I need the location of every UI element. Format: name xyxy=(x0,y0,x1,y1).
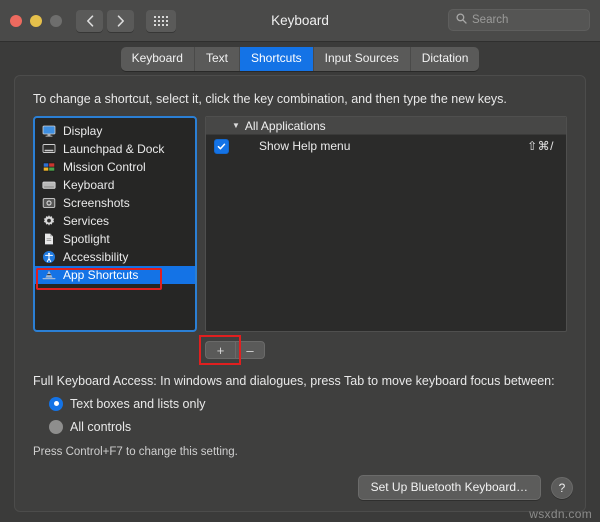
keyboard-preferences-window: Keyboard Keyboard Text Shortcuts Input S… xyxy=(0,0,600,522)
sidebar-item-label: Mission Control xyxy=(63,160,146,174)
tab-dictation[interactable]: Dictation xyxy=(410,46,480,71)
traffic-light-group xyxy=(10,14,62,27)
full-keyboard-access-section: Full Keyboard Access: In windows and dia… xyxy=(33,374,567,458)
shortcut-group-header[interactable]: ▼ All Applications xyxy=(206,117,566,135)
tab-input-sources[interactable]: Input Sources xyxy=(313,46,411,71)
navigation-buttons xyxy=(76,9,134,32)
close-window-button[interactable] xyxy=(10,14,22,27)
radio-option-text-boxes-and-lists[interactable]: Text boxes and lists only xyxy=(33,396,567,411)
chevron-left-icon xyxy=(86,14,94,27)
zoom-window-button[interactable] xyxy=(50,14,62,27)
minus-icon: – xyxy=(246,342,254,358)
radio-button-selected[interactable] xyxy=(49,396,63,411)
radio-label: All controls xyxy=(70,419,132,434)
sidebar-item-app-shortcuts[interactable]: App Shortcuts xyxy=(35,266,195,284)
keyboard-icon xyxy=(42,178,56,192)
sidebar-item-mission-control[interactable]: Mission Control xyxy=(35,158,195,176)
tab-text[interactable]: Text xyxy=(194,46,240,71)
forward-button[interactable] xyxy=(107,9,134,32)
sidebar-item-label: Launchpad & Dock xyxy=(63,142,165,156)
sidebar-item-label: Services xyxy=(63,214,110,228)
sidebar-item-screenshots[interactable]: Screenshots xyxy=(35,194,195,212)
radio-label: Text boxes and lists only xyxy=(70,396,206,411)
search-input[interactable] xyxy=(472,14,582,26)
services-gear-icon xyxy=(42,214,56,228)
add-remove-shortcut-buttons: + – xyxy=(199,335,265,365)
screenshots-icon xyxy=(42,196,56,210)
shortcut-panes: Display Launchpad & Dock Mission Control… xyxy=(33,116,567,332)
sidebar-item-label: Spotlight xyxy=(63,232,110,246)
window-titlebar: Keyboard xyxy=(0,0,600,42)
checkmark-icon xyxy=(217,143,226,149)
sidebar-item-services[interactable]: Services xyxy=(35,212,195,230)
sidebar-item-launchpad-dock[interactable]: Launchpad & Dock xyxy=(35,140,195,158)
remove-shortcut-button[interactable]: – xyxy=(235,341,265,359)
instruction-text: To change a shortcut, select it, click t… xyxy=(33,92,507,106)
sidebar-item-label: Screenshots xyxy=(63,196,130,210)
sidebar-item-spotlight[interactable]: Spotlight xyxy=(35,230,195,248)
sidebar-item-label: Keyboard xyxy=(63,178,115,192)
app-shortcuts-icon xyxy=(42,268,56,282)
accessibility-icon xyxy=(42,250,56,264)
shortcut-table[interactable]: ▼ All Applications Show Help menu ⇧⌘/ xyxy=(205,116,567,332)
all-preferences-grid-icon xyxy=(154,15,168,26)
sidebar-item-display[interactable]: Display xyxy=(35,122,195,140)
chevron-right-icon xyxy=(117,14,125,27)
shortcut-key-combination[interactable]: ⇧⌘/ xyxy=(527,139,554,153)
shortcut-enabled-checkbox[interactable] xyxy=(214,138,229,154)
set-up-bluetooth-keyboard-button[interactable]: Set Up Bluetooth Keyboard… xyxy=(357,475,541,500)
add-shortcut-button[interactable]: + xyxy=(205,341,235,359)
radio-button-unselected[interactable] xyxy=(49,419,63,434)
preference-tab-bar: Keyboard Text Shortcuts Input Sources Di… xyxy=(0,42,600,75)
show-all-preferences-button[interactable] xyxy=(146,9,176,32)
table-row[interactable]: Show Help menu ⇧⌘/ xyxy=(206,135,566,157)
back-button[interactable] xyxy=(76,9,103,32)
help-button[interactable]: ? xyxy=(551,476,573,499)
display-icon xyxy=(42,124,56,138)
full-keyboard-access-title: Full Keyboard Access: In windows and dia… xyxy=(33,373,555,388)
shortcut-group-label: All Applications xyxy=(244,118,326,133)
sidebar-item-label: App Shortcuts xyxy=(63,268,139,282)
spotlight-icon xyxy=(42,232,56,246)
sidebar-item-keyboard[interactable]: Keyboard xyxy=(35,176,195,194)
shortcut-category-list[interactable]: Display Launchpad & Dock Mission Control… xyxy=(33,116,197,332)
mission-control-icon xyxy=(42,160,56,174)
search-icon xyxy=(456,11,467,29)
watermark-text: wsxdn.com xyxy=(529,507,592,521)
tab-shortcuts[interactable]: Shortcuts xyxy=(239,46,314,71)
search-field[interactable] xyxy=(448,9,590,31)
plus-icon: + xyxy=(216,342,225,358)
disclosure-triangle-icon[interactable]: ▼ xyxy=(232,121,240,130)
radio-option-all-controls[interactable]: All controls xyxy=(33,419,567,434)
shortcut-name: Show Help menu xyxy=(259,139,351,153)
window-footer: Set Up Bluetooth Keyboard… ? xyxy=(357,475,573,500)
tab-keyboard[interactable]: Keyboard xyxy=(120,46,195,71)
sidebar-item-label: Display xyxy=(63,124,103,138)
shortcuts-pane: To change a shortcut, select it, click t… xyxy=(14,75,586,512)
sidebar-item-accessibility[interactable]: Accessibility xyxy=(35,248,195,266)
launchpad-dock-icon xyxy=(42,142,56,156)
minimize-window-button[interactable] xyxy=(30,14,42,27)
sidebar-item-label: Accessibility xyxy=(63,250,129,264)
tab-group: Keyboard Text Shortcuts Input Sources Di… xyxy=(120,46,480,71)
full-keyboard-access-note: Press Control+F7 to change this setting. xyxy=(33,445,238,458)
